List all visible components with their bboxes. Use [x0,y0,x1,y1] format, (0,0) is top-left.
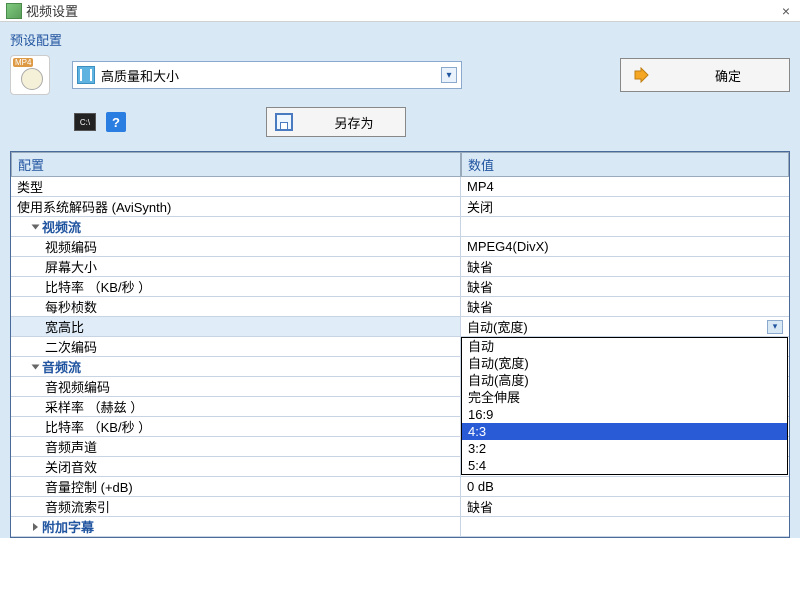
row-value: MPEG4(DivX) [461,237,789,256]
row-key: 使用系统解码器 (AviSynth) [11,197,461,216]
ok-button[interactable]: 确定 [620,58,790,92]
preset-row: 高质量和大小 ▾ 确定 [10,55,790,95]
setting-row[interactable]: 类型MP4 [11,177,789,197]
row-key: 比特率 （KB/秒 ） [11,417,461,436]
app-icon [6,3,22,19]
row-value: 缺省 [461,277,789,296]
dropdown-item[interactable]: 自动(宽度) [462,355,787,372]
row-value [461,517,789,536]
row-key: 宽高比 [11,317,461,336]
floppy-disk-icon [275,113,293,131]
aspect-ratio-dropdown[interactable]: 自动自动(宽度)自动(高度)完全伸展16:94:33:25:4 [461,337,788,475]
expand-open-icon[interactable] [32,224,40,229]
row-key: 附加字幕 [11,517,461,536]
row-value: 0 dB [461,477,789,496]
row-value[interactable]: 自动(宽度) ▾ [461,317,789,336]
group-row[interactable]: 附加字幕 [11,517,789,537]
row-value: MP4 [461,177,789,196]
row-value: 缺省 [461,297,789,316]
row-key: 屏幕大小 [11,257,461,276]
arrow-right-icon [633,67,649,83]
row-key: 关闭音效 [11,457,461,476]
row-key: 视频编码 [11,237,461,256]
chevron-down-icon[interactable]: ▾ [767,320,783,334]
row-key: 音频流 [11,357,461,376]
group-label: 视频流 [42,217,81,236]
row-key: 音量控制 (+dB) [11,477,461,496]
setting-row[interactable]: 屏幕大小缺省 [11,257,789,277]
row-key: 类型 [11,177,461,196]
preset-label: 预设配置 [10,30,790,49]
help-icon[interactable]: ? [106,112,126,132]
window-title: 视频设置 [26,1,778,20]
combo-value: 自动(宽度) [467,317,528,336]
aspect-ratio-combobox[interactable]: 自动(宽度) ▾ [467,317,783,336]
row-key: 二次编码 [11,337,461,356]
group-row[interactable]: 视频流 [11,217,789,237]
grid-body: 类型MP4使用系统解码器 (AviSynth)关闭视频流视频编码MPEG4(Di… [11,177,789,537]
ok-button-label: 确定 [679,66,777,85]
dropdown-item[interactable]: 4:3 [462,423,787,440]
dropdown-item[interactable]: 完全伸展 [462,389,787,406]
titlebar: 视频设置 × [0,0,800,22]
row-key: 比特率 （KB/秒 ） [11,277,461,296]
setting-row[interactable]: 比特率 （KB/秒 ）缺省 [11,277,789,297]
setting-row[interactable]: 使用系统解码器 (AviSynth)关闭 [11,197,789,217]
chevron-down-icon[interactable]: ▾ [441,67,457,83]
dropdown-item[interactable]: 自动(高度) [462,372,787,389]
header-config: 配置 [11,152,461,177]
mp4-file-icon [10,55,50,95]
group-label: 附加字幕 [42,517,94,536]
expand-open-icon[interactable] [32,364,40,369]
row-key: 视频流 [11,217,461,236]
row-key: 每秒桢数 [11,297,461,316]
save-as-button[interactable]: 另存为 [266,107,406,137]
preset-combobox[interactable]: 高质量和大小 ▾ [72,61,462,89]
row-value [461,217,789,236]
row-value: 缺省 [461,497,789,516]
row-key: 音频声道 [11,437,461,456]
film-icon [77,66,95,84]
preset-value: 高质量和大小 [101,66,441,85]
row-key: 音视频编码 [11,377,461,396]
expand-closed-icon[interactable] [33,523,38,531]
setting-row[interactable]: 每秒桢数缺省 [11,297,789,317]
dropdown-item[interactable]: 5:4 [462,457,787,474]
save-as-label: 另存为 [311,113,397,132]
row-key: 音频流索引 [11,497,461,516]
console-icon[interactable]: C:\ [74,113,96,131]
dropdown-item[interactable]: 16:9 [462,406,787,423]
dropdown-item[interactable]: 3:2 [462,440,787,457]
row-value: 缺省 [461,257,789,276]
setting-row[interactable]: 宽高比自动(宽度) ▾ [11,317,789,337]
setting-row[interactable]: 视频编码MPEG4(DivX) [11,237,789,257]
dropdown-item[interactable]: 自动 [462,338,787,355]
close-icon[interactable]: × [778,3,794,19]
header-value: 数值 [461,152,789,177]
setting-row[interactable]: 音量控制 (+dB)0 dB [11,477,789,497]
row-key: 采样率 （赫兹 ） [11,397,461,416]
row-value: 关闭 [461,197,789,216]
grid-header: 配置 数值 [11,152,789,177]
settings-grid: 配置 数值 类型MP4使用系统解码器 (AviSynth)关闭视频流视频编码MP… [10,151,790,538]
setting-row[interactable]: 音频流索引缺省 [11,497,789,517]
group-label: 音频流 [42,357,81,376]
toolbar-row: C:\ ? 另存为 [74,107,790,137]
content-area: 预设配置 高质量和大小 ▾ 确定 C:\ ? 另存为 配置 数值 类型MP4使用… [0,22,800,538]
